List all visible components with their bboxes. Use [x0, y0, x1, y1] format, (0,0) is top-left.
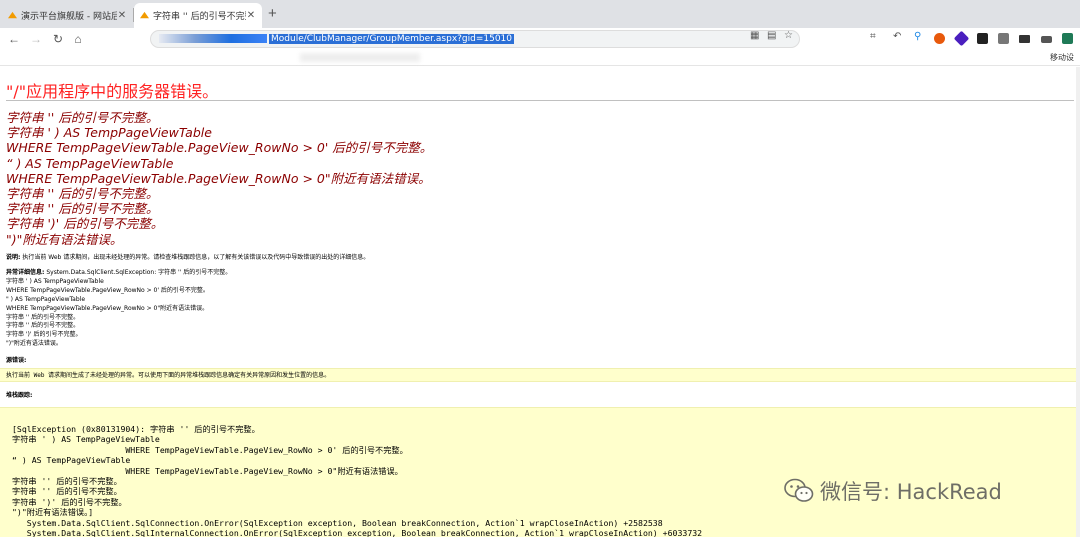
- extension-car-icon[interactable]: [1041, 36, 1052, 43]
- stack-trace-box: [SqlException (0x80131904): 字符串 '' 后的引号不…: [0, 407, 1076, 537]
- extension-box-icon[interactable]: [1019, 35, 1030, 43]
- exception-line: 字符串 ' ) AS TempPageViewTable: [6, 277, 104, 285]
- mobile-bookmarks[interactable]: 移动设: [1050, 52, 1074, 63]
- tab-title: 字符串 '' 后的引号不完整。<b: [153, 12, 246, 22]
- exception-details: 异常详细信息: System.Data.SqlClient.SqlExcepti…: [6, 269, 231, 349]
- redacted-host: [159, 34, 267, 43]
- watermark-text: 微信号: HackRead: [820, 480, 1002, 504]
- qr-code-icon[interactable]: ▦: [750, 30, 759, 41]
- close-icon[interactable]: ✕: [117, 10, 127, 21]
- divider: [6, 100, 1074, 101]
- url-path: Module/ClubManager/GroupMember.aspx?gid=…: [269, 34, 515, 44]
- tab-admin[interactable]: 演示平台旗舰版 - 网站后台管理 ✕: [2, 3, 133, 28]
- error-line: 字符串 '' 后的引号不完整。: [6, 186, 159, 202]
- description-text: 执行当前 Web 请求期间，出现未经处理的异常。请检查堆栈跟踪信息，以了解有关该…: [22, 254, 370, 261]
- address-bar[interactable]: Module/ClubManager/GroupMember.aspx?gid=…: [150, 30, 800, 48]
- reload-icon[interactable]: ↻: [50, 31, 66, 47]
- new-tab-icon[interactable]: +: [268, 5, 277, 22]
- crop-icon[interactable]: ⌗: [870, 31, 876, 42]
- extension-purple-icon[interactable]: [953, 30, 970, 47]
- home-icon[interactable]: ⌂: [70, 31, 86, 47]
- page-scrollbar[interactable]: [1076, 67, 1080, 537]
- close-icon[interactable]: ✕: [246, 10, 256, 21]
- error-line: 字符串 ')' 后的引号不完整。: [6, 216, 164, 232]
- back-icon[interactable]: ←: [6, 31, 22, 47]
- exception-line: ")"附近有语法错误。: [6, 340, 62, 348]
- exception-line: WHERE TempPageViewTable.PageView_RowNo >…: [6, 286, 209, 294]
- wechat-icon: [784, 478, 814, 502]
- error-line: ")"附近有语法错误。: [6, 231, 123, 247]
- error-line: “ ) AS TempPageViewTable: [6, 155, 174, 171]
- extension-dark-icon[interactable]: [977, 33, 988, 44]
- error-line: 字符串 '' 后的引号不完整。: [6, 110, 159, 125]
- exception-line: " ) AS TempPageViewTable: [6, 295, 86, 303]
- redacted-bookmarks: [300, 53, 420, 62]
- exception-line: 字符串 '' 后的引号不完整。: [6, 322, 80, 330]
- error-line: 字符串 '' 后的引号不完整。: [6, 201, 159, 217]
- tab-title: 演示平台旗舰版 - 网站后台管理: [21, 12, 117, 22]
- site-favicon-icon: [8, 11, 17, 19]
- exception-head: System.Data.SqlClient.SqlException: 字符串 …: [46, 269, 232, 276]
- bookmark-star-icon[interactable]: ☆: [784, 30, 793, 41]
- watermark: 微信号: HackRead: [784, 476, 1002, 506]
- forward-icon[interactable]: →: [28, 31, 44, 47]
- exception-label: 异常详细信息:: [6, 269, 45, 276]
- tab-bar: 演示平台旗舰版 - 网站后台管理 ✕ 字符串 '' 后的引号不完整。<b ✕ +: [0, 0, 1080, 28]
- page-content: "/"应用程序中的服务器错误。 字符串 '' 后的引号不完整。 字符串 ' ) …: [0, 67, 1076, 537]
- source-error-box: 执行当前 Web 请求期间生成了未经处理的异常。可以使用下面的异常堆栈跟踪信息确…: [0, 368, 1076, 382]
- site-favicon-icon: [140, 11, 149, 19]
- error-line: WHERE TempPageViewTable.PageView_RowNo >…: [6, 170, 431, 186]
- source-error-label: 源错误:: [6, 357, 27, 364]
- error-heading: 字符串 '' 后的引号不完整。 字符串 ' ) AS TempPageViewT…: [6, 110, 432, 247]
- stack-trace-label: 堆栈跟踪:: [6, 392, 33, 399]
- description-label: 说明:: [6, 254, 21, 261]
- tab-error-page[interactable]: 字符串 '' 后的引号不完整。<b ✕: [134, 3, 262, 28]
- error-line: 字符串 ' ) AS TempPageViewTable: [6, 125, 212, 141]
- stack-trace-text: [SqlException (0x80131904): 字符串 '' 后的引号不…: [12, 424, 703, 537]
- bookmark-bar: 移动设: [0, 50, 1080, 66]
- navigation-bar: ← → ↻ ⌂ Module/ClubManager/GroupMember.a…: [0, 28, 1080, 50]
- extension-gray-icon[interactable]: [998, 33, 1009, 44]
- exception-line: WHERE TempPageViewTable.PageView_RowNo >…: [6, 304, 209, 312]
- extension-orange-icon[interactable]: [934, 33, 945, 44]
- extension-green-icon[interactable]: [1062, 33, 1073, 44]
- error-line: WHERE TempPageViewTable.PageView_RowNo >…: [6, 140, 433, 156]
- description: 说明: 执行当前 Web 请求期间，出现未经处理的异常。请检查堆栈跟踪信息，以了…: [6, 252, 369, 261]
- page-title: "/"应用程序中的服务器错误。: [6, 82, 219, 101]
- pin-icon[interactable]: ⚲: [914, 31, 921, 42]
- exception-line: 字符串 ')' 后的引号不完整。: [6, 331, 82, 339]
- reader-mode-icon[interactable]: ▤: [767, 30, 776, 41]
- undo-icon[interactable]: ↶: [893, 31, 901, 42]
